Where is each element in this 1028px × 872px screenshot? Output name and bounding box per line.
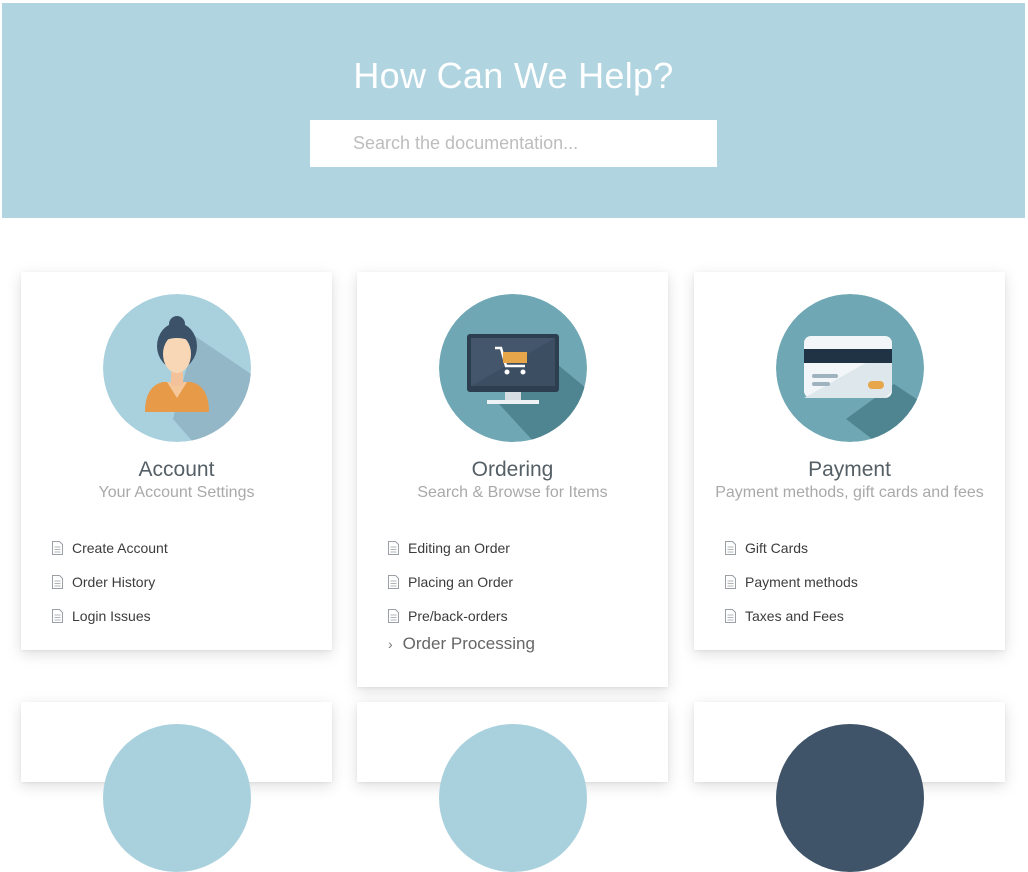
- category-card-row2-2[interactable]: [357, 702, 668, 872]
- article-link-label: Placing an Order: [408, 574, 514, 590]
- article-link-label: Editing an Order: [408, 540, 510, 556]
- hero-banner: How Can We Help?: [2, 3, 1025, 218]
- category-card-ordering[interactable]: Ordering Search & Browse for Items Editi…: [357, 272, 668, 687]
- article-list: Create Account Order History Login Issue…: [52, 531, 168, 633]
- article-link-label: Login Issues: [72, 608, 151, 624]
- document-icon: [725, 575, 736, 589]
- category-circle-icon: [775, 724, 924, 872]
- article-list: Gift Cards Payment methods Taxes and Fee…: [725, 531, 858, 633]
- category-card-row2-3[interactable]: [694, 702, 1005, 872]
- document-icon: [388, 541, 399, 555]
- article-link[interactable]: Editing an Order: [388, 531, 513, 565]
- article-link[interactable]: Placing an Order: [388, 565, 513, 599]
- article-link-label: Taxes and Fees: [745, 608, 844, 624]
- article-list: Editing an Order Placing an Order Pre/ba…: [388, 531, 513, 633]
- article-link-label: Gift Cards: [745, 540, 809, 556]
- card-subtitle: Your Account Settings: [98, 484, 255, 501]
- page-title: How Can We Help?: [353, 55, 674, 96]
- expand-section-order-processing[interactable]: › Order Processing: [388, 634, 535, 654]
- article-link-label: Create Account: [72, 540, 168, 556]
- card-title: Account: [138, 458, 215, 481]
- category-card-account[interactable]: Account Your Account Settings Create Acc…: [21, 272, 332, 650]
- article-link[interactable]: Order History: [52, 565, 168, 599]
- document-icon: [52, 541, 63, 555]
- search-input[interactable]: [310, 120, 717, 167]
- article-link[interactable]: Pre/back-orders: [388, 599, 513, 633]
- document-icon: [388, 575, 399, 589]
- article-link[interactable]: Taxes and Fees: [725, 599, 858, 633]
- card-title: Payment: [808, 458, 891, 481]
- article-link[interactable]: Login Issues: [52, 599, 168, 633]
- expand-section-label: Order Processing: [402, 634, 535, 653]
- card-title: Ordering: [471, 458, 554, 481]
- document-icon: [52, 609, 63, 623]
- document-icon: [388, 609, 399, 623]
- document-icon: [725, 609, 736, 623]
- category-card-row2-1[interactable]: [21, 702, 332, 872]
- category-card-payment[interactable]: Payment Payment methods, gift cards and …: [694, 272, 1005, 650]
- article-link[interactable]: Payment methods: [725, 565, 858, 599]
- category-circle-icon: [102, 724, 251, 872]
- article-link-label: Order History: [72, 574, 156, 590]
- category-circle-icon: [438, 724, 587, 872]
- article-link-label: Payment methods: [745, 574, 858, 590]
- document-icon: [725, 541, 736, 555]
- card-subtitle: Payment methods, gift cards and fees: [715, 484, 984, 501]
- monitor-cart-icon: [438, 294, 587, 442]
- card-subtitle: Search & Browse for Items: [417, 484, 608, 501]
- article-link[interactable]: Gift Cards: [725, 531, 858, 565]
- chevron-right-icon: ›: [388, 636, 393, 652]
- article-link-label: Pre/back-orders: [408, 608, 508, 624]
- user-avatar-icon: [102, 294, 251, 442]
- article-link[interactable]: Create Account: [52, 531, 168, 565]
- credit-card-icon: [775, 294, 924, 442]
- document-icon: [52, 575, 63, 589]
